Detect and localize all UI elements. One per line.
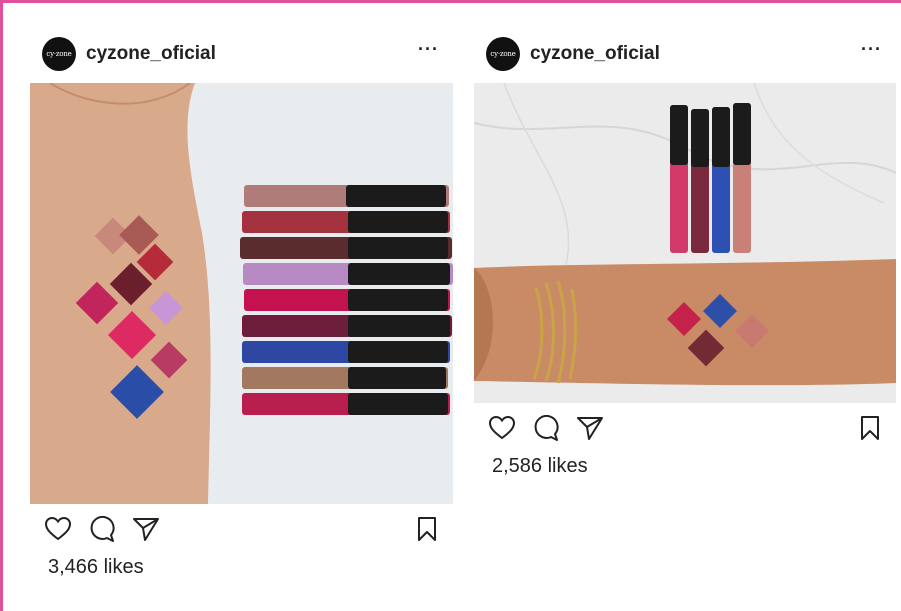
heart-icon[interactable] <box>488 414 516 442</box>
post-actions <box>30 504 453 554</box>
post-photo[interactable] <box>474 83 896 403</box>
feed-post: cy·zone cyzone_oficial ··· <box>474 25 896 495</box>
more-options-button[interactable]: ··· <box>861 39 882 60</box>
lip-swatch-arm-image <box>30 83 453 504</box>
avatar[interactable]: cy·zone <box>42 37 76 71</box>
feed-post: cy·zone cyzone_oficial ··· <box>30 25 453 593</box>
post-photo[interactable] <box>30 83 453 504</box>
comment-icon[interactable] <box>532 414 560 442</box>
likes-count[interactable]: 2,586 likes <box>492 455 896 478</box>
share-icon[interactable] <box>132 515 160 543</box>
username-link[interactable]: cyzone_oficial <box>86 43 216 65</box>
post-header: cy·zone cyzone_oficial ··· <box>30 25 453 83</box>
post-header: cy·zone cyzone_oficial ··· <box>474 25 896 83</box>
username-link[interactable]: cyzone_oficial <box>530 43 660 65</box>
more-options-button[interactable]: ··· <box>418 39 439 60</box>
bookmark-icon[interactable] <box>413 515 441 543</box>
comment-icon[interactable] <box>88 515 116 543</box>
post-actions <box>474 403 896 453</box>
share-icon[interactable] <box>576 414 604 442</box>
heart-icon[interactable] <box>44 515 72 543</box>
lip-swatch-arm-marble-image <box>474 83 896 403</box>
likes-count[interactable]: 3,466 likes <box>48 556 453 579</box>
page-frame: cy·zone cyzone_oficial ··· 3,466 likes c… <box>0 0 901 611</box>
bookmark-icon[interactable] <box>856 414 884 442</box>
avatar[interactable]: cy·zone <box>486 37 520 71</box>
